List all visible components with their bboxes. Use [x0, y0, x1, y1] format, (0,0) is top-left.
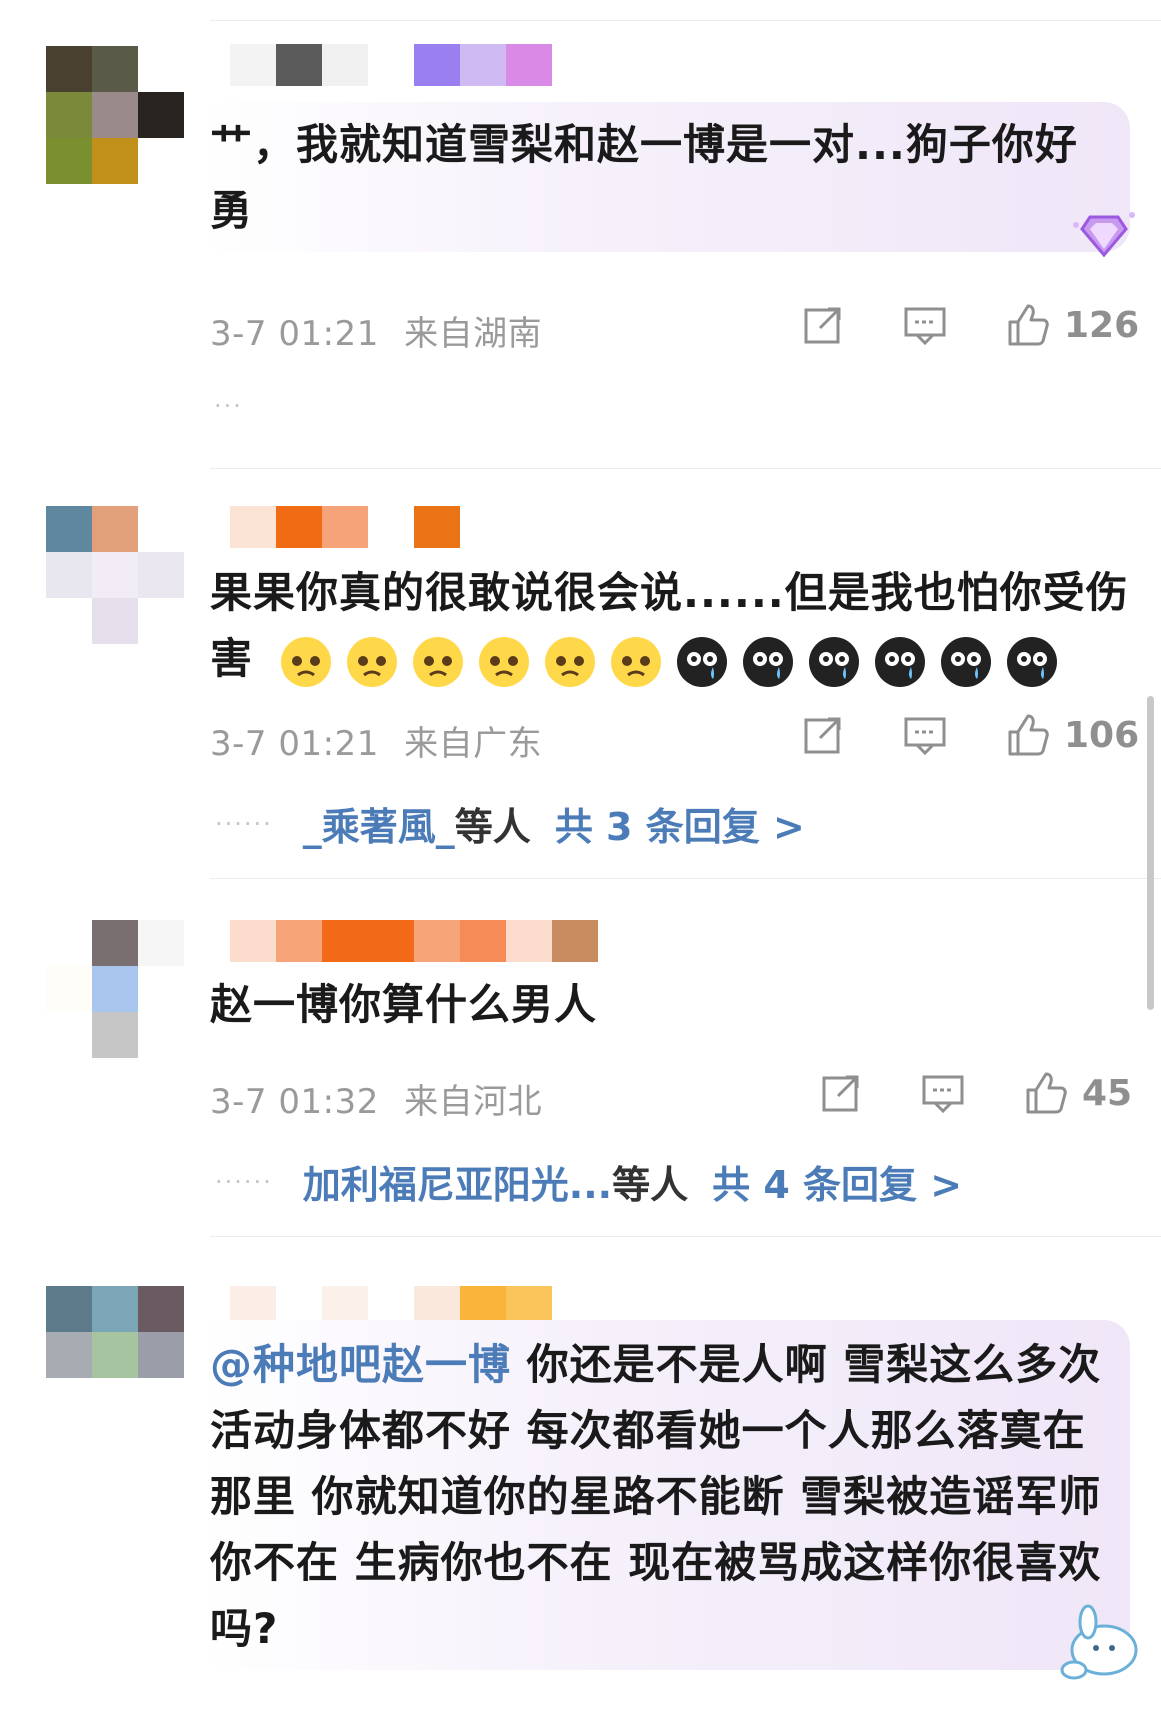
share-icon[interactable]: [818, 1070, 864, 1116]
replies-link[interactable]: ······ 加利福尼亚阳光... 等人 共 4 条回复 >: [215, 1154, 962, 1209]
crying-face-emoji: [874, 636, 925, 687]
share-icon[interactable]: [800, 302, 846, 348]
reply-suffix: 等人: [612, 1163, 689, 1207]
comment-icon[interactable]: [902, 302, 948, 348]
emoji-row: [263, 634, 1071, 687]
like-count: 126: [1064, 304, 1140, 346]
reply-names[interactable]: 加利福尼亚阳光...: [303, 1154, 612, 1209]
username-blurred[interactable]: [230, 44, 552, 86]
comment-location: 来自湖南: [404, 314, 543, 354]
mention-link[interactable]: @种地吧赵一博: [210, 1340, 511, 1389]
avatar[interactable]: [46, 1286, 184, 1424]
comment-meta: 3-7 01:32 来自河北: [210, 1074, 542, 1123]
pleading-face-emoji: [478, 636, 529, 687]
crying-face-emoji: [742, 636, 793, 687]
pleading-face-emoji: [610, 636, 661, 687]
avatar[interactable]: [46, 920, 184, 1058]
comment-location: 来自河北: [404, 1082, 543, 1122]
share-icon[interactable]: [800, 712, 846, 758]
pleading-face-emoji: [280, 636, 331, 687]
comment-text: 艹，我就知道雪梨和赵一博是一对...狗子你好勇: [210, 120, 1078, 235]
comment-meta: 3-7 01:21 来自广东: [210, 716, 542, 765]
reply-suffix: 等人: [454, 805, 531, 849]
comment-text: @种地吧赵一博 你还是不是人啊 雪梨这么多次活动身体都不好 每次都看她一个人那么…: [210, 1332, 1110, 1662]
scrollbar[interactable]: [1147, 696, 1154, 1010]
reply-names[interactable]: _乘著風_: [303, 796, 455, 851]
crying-face-emoji: [676, 636, 727, 687]
reply-dots: ······: [215, 809, 273, 838]
comment-actions: 126: [800, 300, 1139, 350]
crying-face-emoji: [808, 636, 859, 687]
reply-dots: ······: [215, 1167, 273, 1196]
comment-divider: [210, 1236, 1161, 1237]
pleading-face-emoji: [346, 636, 397, 687]
comment-icon[interactable]: [920, 1070, 966, 1116]
reply-total[interactable]: 共 4 条回复 >: [712, 1154, 962, 1209]
comment-text: 果果你真的很敢说很会说......但是我也怕你受伤害: [210, 560, 1130, 692]
comment-time: 3-7 01:21: [210, 314, 379, 354]
reply-total[interactable]: 共 3 条回复 >: [555, 796, 805, 851]
comment-divider: [210, 468, 1161, 469]
top-divider: [210, 20, 1161, 21]
username-blurred[interactable]: [230, 920, 598, 962]
crying-face-emoji: [940, 636, 991, 687]
thumbs-up-icon[interactable]: [1022, 1070, 1068, 1116]
pleading-face-emoji: [544, 636, 595, 687]
like-count: 45: [1082, 1072, 1133, 1114]
comment-icon[interactable]: [902, 712, 948, 758]
avatar[interactable]: [46, 46, 184, 184]
replies-link[interactable]: ······ _乘著風_ 等人 共 3 条回复 >: [215, 796, 805, 851]
comment-time: 3-7 01:32: [210, 1082, 379, 1122]
comment-actions: 106: [800, 710, 1139, 760]
comment-time: 3-7 01:21: [210, 724, 379, 764]
comment-location: 来自广东: [404, 724, 543, 764]
username-blurred[interactable]: [230, 506, 460, 548]
thumbs-up-icon[interactable]: [1004, 712, 1050, 758]
pleading-face-emoji: [412, 636, 463, 687]
crying-face-emoji: [1006, 636, 1057, 687]
comment-text: 赵一博你算什么男人: [210, 980, 598, 1029]
avatar[interactable]: [46, 506, 184, 644]
like-count: 106: [1064, 714, 1140, 756]
comment-actions: 45: [818, 1068, 1132, 1118]
comment-meta: 3-7 01:21 来自湖南: [210, 306, 542, 355]
thumbs-up-icon[interactable]: [1004, 302, 1050, 348]
more-indicator[interactable]: ···: [214, 392, 243, 420]
comment-divider: [210, 878, 1161, 879]
